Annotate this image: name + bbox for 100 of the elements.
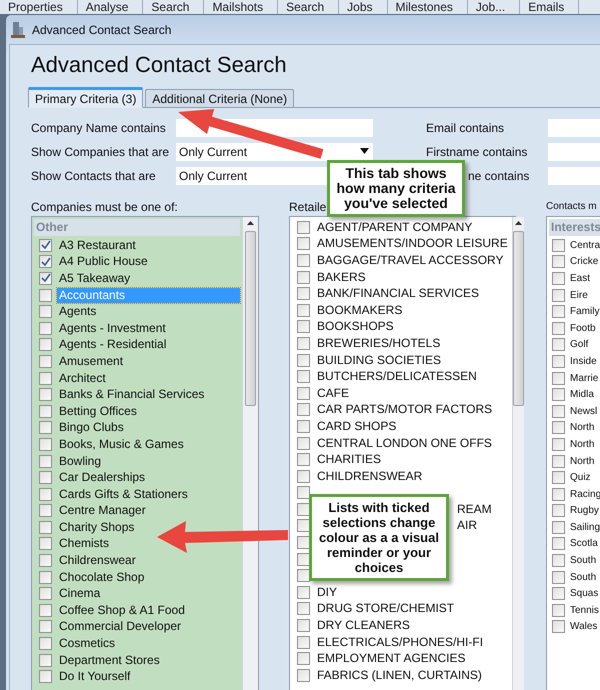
checkbox[interactable] [297, 502, 310, 516]
list-item[interactable]: Commercial Developer [57, 619, 184, 634]
checkbox[interactable] [39, 272, 52, 285]
list-item[interactable]: Cricke [568, 254, 600, 270]
list-item[interactable]: Marrie [568, 370, 600, 386]
checkbox[interactable] [552, 438, 565, 451]
list-item[interactable]: ELECTRICALS/PHONES/HI-FI [315, 634, 486, 650]
checkbox[interactable] [297, 619, 310, 632]
checkbox[interactable] [39, 488, 52, 501]
checkbox[interactable] [39, 570, 52, 584]
checkbox[interactable] [39, 322, 52, 335]
list-item[interactable]: Rugby [568, 503, 600, 518]
checkbox[interactable] [552, 421, 565, 434]
checkbox[interactable] [552, 338, 565, 352]
checkbox[interactable] [552, 554, 565, 568]
checkbox[interactable] [39, 471, 52, 484]
checkbox[interactable] [552, 620, 565, 634]
checkbox[interactable] [552, 388, 565, 402]
checkbox[interactable] [297, 370, 310, 384]
list-item[interactable]: BREWERIES/HOTELS [315, 336, 442, 351]
checkbox[interactable] [552, 520, 565, 534]
list-item[interactable]: North [568, 454, 596, 469]
list-item[interactable]: DRY CLEANERS [315, 618, 412, 634]
list-item[interactable]: Books, Music & Games [57, 436, 186, 452]
list-item[interactable]: Family [568, 304, 600, 320]
list-item[interactable]: Betting Offices [57, 404, 139, 419]
list-item[interactable]: East [568, 270, 592, 286]
checkbox[interactable] [552, 454, 565, 468]
checkbox[interactable] [552, 255, 565, 268]
checkbox[interactable] [39, 670, 52, 684]
list-item[interactable]: Scotla [568, 536, 600, 552]
list-item[interactable]: Centra [568, 238, 600, 253]
checkbox[interactable] [39, 554, 52, 568]
list-item[interactable]: Footb [568, 320, 598, 336]
checkbox[interactable] [297, 237, 310, 250]
list-item[interactable]: CHILDRENSWEAR [315, 468, 424, 484]
list-item[interactable]: Department Stores [57, 652, 162, 668]
checkbox[interactable] [39, 238, 52, 252]
checkbox[interactable] [552, 504, 565, 518]
tab[interactable]: Primary Criteria (3) [28, 87, 144, 108]
checkbox[interactable] [297, 586, 310, 599]
list-item[interactable]: BUILDING SOCIETIES [315, 352, 444, 368]
list-item[interactable]: REAM [455, 502, 494, 517]
list-item[interactable]: South [568, 553, 598, 568]
checkbox[interactable] [39, 255, 52, 268]
checkbox[interactable] [39, 504, 52, 518]
checkbox[interactable] [297, 354, 310, 367]
list-item[interactable]: Agents - Residential [57, 337, 168, 352]
checkbox[interactable] [39, 404, 52, 418]
list-item[interactable]: Do It Yourself [57, 669, 132, 684]
checkbox[interactable] [39, 372, 52, 385]
list-item[interactable]: CHARITIES [315, 452, 384, 468]
list-item[interactable]: North [568, 420, 596, 436]
list-item[interactable]: Cosmetics [57, 636, 118, 652]
checkbox[interactable] [39, 438, 52, 451]
list-item[interactable]: Bowling [57, 454, 104, 469]
checkbox[interactable] [552, 404, 565, 418]
checkbox[interactable] [39, 421, 52, 434]
checkbox[interactable] [552, 322, 565, 335]
checkbox[interactable] [39, 654, 52, 667]
list-item[interactable]: AIR [455, 518, 480, 534]
list-item[interactable]: AMUSEMENTS/INDOOR LEISURE [315, 236, 510, 252]
list-item[interactable]: Architect [57, 370, 108, 386]
checkbox[interactable] [297, 602, 310, 616]
list-item[interactable]: Agents [57, 304, 98, 320]
checkbox[interactable] [297, 552, 310, 566]
list-item[interactable]: North [568, 436, 596, 452]
checkbox[interactable] [552, 537, 565, 550]
checkbox[interactable] [297, 304, 310, 317]
list-item[interactable]: Wales [568, 619, 600, 634]
checkbox[interactable] [39, 587, 52, 600]
list-item[interactable]: CAFE [315, 386, 352, 401]
list-item[interactable]: Midla [568, 387, 596, 402]
list-item[interactable]: Cards Gifts & Stationers [57, 486, 190, 502]
list-item[interactable]: Chemists [57, 536, 112, 552]
checkbox[interactable] [39, 288, 52, 302]
list-item[interactable]: FABRICS (LINEN, CURTAINS) [315, 668, 484, 683]
list-item[interactable]: Sailing [568, 520, 600, 535]
checkbox[interactable] [297, 453, 310, 466]
checkbox[interactable] [297, 270, 310, 284]
list-item[interactable]: CAR PARTS/MOTOR FACTORS [315, 402, 494, 418]
list-item[interactable]: Golf [568, 337, 590, 352]
checkbox[interactable] [297, 519, 310, 532]
checkbox[interactable] [297, 636, 310, 649]
list-item[interactable]: BAKERS [315, 270, 368, 285]
checkbox[interactable] [552, 570, 565, 584]
list-item[interactable]: Quiz [568, 470, 593, 486]
checkbox[interactable] [297, 569, 310, 582]
checkbox[interactable] [297, 320, 310, 334]
checkbox[interactable] [552, 305, 565, 318]
checkbox[interactable] [552, 238, 565, 252]
checkbox[interactable] [297, 336, 310, 350]
checkbox[interactable] [39, 338, 52, 352]
tab[interactable]: Additional Criteria (None) [145, 89, 294, 108]
checkbox[interactable] [39, 637, 52, 650]
list-item[interactable]: Squas [568, 586, 600, 602]
list-item[interactable]: AGENT/PARENT COMPANY [315, 220, 474, 235]
list-item[interactable]: Eire [568, 288, 590, 303]
checkbox[interactable] [297, 652, 310, 666]
list-item[interactable]: Centre Manager [57, 503, 148, 518]
